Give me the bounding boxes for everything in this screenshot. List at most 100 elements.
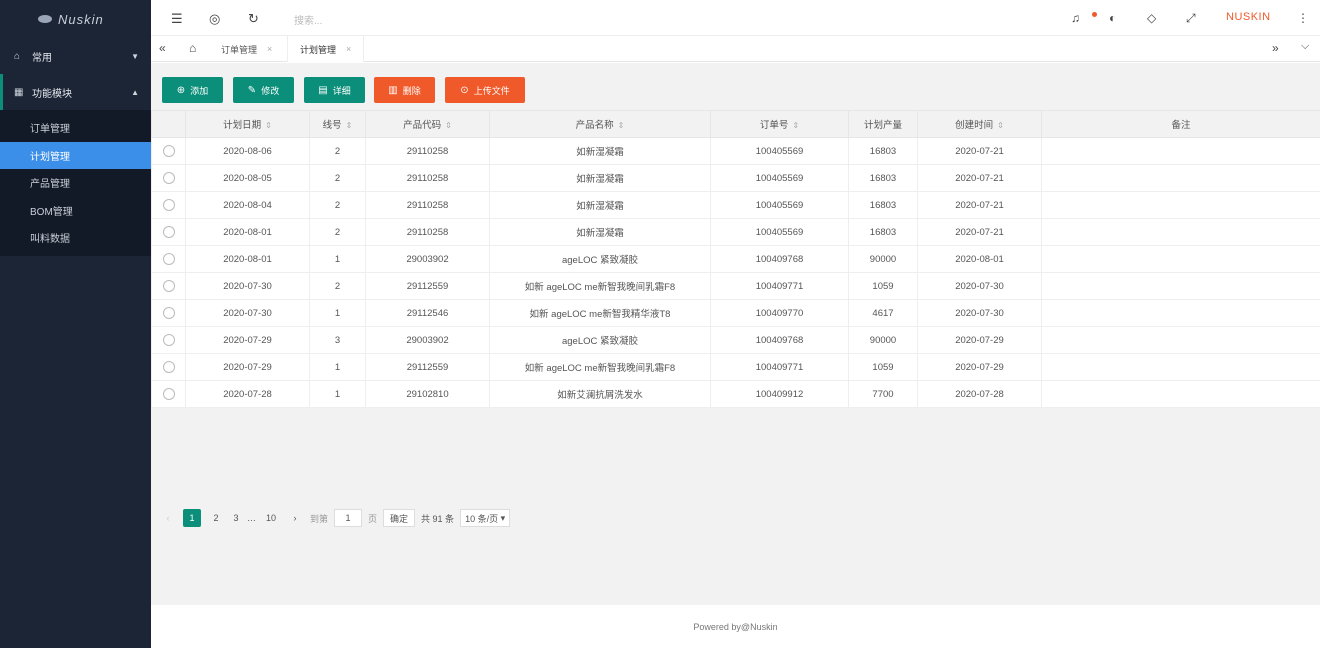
table-cell: 2 xyxy=(309,164,366,192)
sort-icon[interactable]: ⇕ xyxy=(792,121,799,130)
sort-icon[interactable]: ⇕ xyxy=(997,121,1004,130)
close-icon[interactable]: × xyxy=(346,44,351,54)
table-cell: 16803 xyxy=(848,137,918,165)
row-select-cell xyxy=(151,191,186,219)
globe-icon[interactable]: ◎ xyxy=(209,11,220,27)
menu-group-label: 常用 xyxy=(32,52,52,64)
goto-page-input[interactable]: 1 xyxy=(334,509,363,527)
table-cell: 如新湿凝霜 xyxy=(489,191,711,219)
sidebar-item-material-call[interactable]: 叫料数据 xyxy=(0,224,151,252)
submenu: 订单管理 计划管理 产品管理 BOM管理 叫料数据 xyxy=(0,110,151,256)
row-select-cell xyxy=(151,326,186,354)
table-row[interactable]: 2020-07-30 2 29112559 如新 ageLOC me新智我晚间乳霜F8… xyxy=(151,272,1320,300)
add-button[interactable]: ⊕ 添加 xyxy=(162,77,223,103)
chevron-down-icon[interactable]: ⌵ xyxy=(1301,40,1309,53)
sort-icon[interactable]: ⇕ xyxy=(618,121,625,130)
add-button-label: 添加 xyxy=(190,85,209,96)
table-row[interactable]: 2020-07-30 1 29112546 如新 ageLOC me新智我精华液T8 1… xyxy=(151,299,1320,327)
page-number[interactable]: 10 xyxy=(262,509,280,527)
main-content: ⊕ 添加 ✎ 修改 ▤ 详细 ▥ 删除 ⊙ 上传文件 计划日期 ⇕ 线号 ⇕ 产品代码 ⇕ 产品… xyxy=(151,63,1320,605)
menu-group-common[interactable]: ⌂ 常用 ▼ xyxy=(0,38,151,74)
row-radio[interactable] xyxy=(162,226,175,238)
fullscreen-icon[interactable]: ⤢ xyxy=(1186,11,1196,26)
table-row[interactable]: 2020-07-29 3 29003902 ageLOC 紧致凝胶 100409768 9… xyxy=(151,326,1320,354)
table-cell: 100409771 xyxy=(710,272,849,300)
prev-page-icon[interactable]: ‹ xyxy=(159,509,177,527)
table-cell: 29112559 xyxy=(365,272,490,300)
row-radio[interactable] xyxy=(162,361,175,373)
home-tab-icon[interactable]: ⌂ xyxy=(189,41,196,55)
table-row[interactable]: 2020-08-01 2 29110258 如新湿凝霜 100405569 16803 20… xyxy=(151,218,1320,246)
column-header[interactable]: 产品名称 ⇕ xyxy=(489,110,711,138)
search-input[interactable]: 搜索... xyxy=(294,12,322,27)
table-cell: 1 xyxy=(309,299,366,327)
table-row[interactable]: 2020-08-01 1 29003902 ageLOC 紧致凝胶 100409768 9… xyxy=(151,245,1320,273)
upload-button[interactable]: ⊙ 上传文件 xyxy=(445,77,525,103)
edit-button[interactable]: ✎ 修改 xyxy=(233,77,294,103)
page-number[interactable]: 1 xyxy=(183,509,201,527)
page-ellipsis: … xyxy=(247,513,256,523)
row-radio[interactable] xyxy=(162,334,175,346)
tab-plans[interactable]: 计划管理 × xyxy=(287,36,365,63)
table-cell: 16803 xyxy=(848,218,918,246)
table-row[interactable]: 2020-08-04 2 29110258 如新湿凝霜 100405569 16803 20… xyxy=(151,191,1320,219)
table-cell: 100409770 xyxy=(710,299,849,327)
delete-button[interactable]: ▥ 删除 xyxy=(374,77,435,103)
page-size-select[interactable]: 10 条/页 ▾ xyxy=(460,509,511,527)
row-radio[interactable] xyxy=(162,280,175,292)
sidebar-item-label: 计划管理 xyxy=(30,151,70,163)
table-cell: 如新 ageLOC me新智我晚间乳霜F8 xyxy=(489,353,711,381)
page-number[interactable]: 3 xyxy=(231,509,241,527)
tab-orders[interactable]: 订单管理 × xyxy=(209,36,284,62)
table-cell: 2020-07-30 xyxy=(917,272,1042,300)
close-icon[interactable]: × xyxy=(267,44,272,54)
logo[interactable]: Nuskin xyxy=(0,0,151,38)
more-vertical-icon[interactable]: ⋮ xyxy=(1297,11,1309,25)
column-header[interactable]: 创建时间 ⇕ xyxy=(917,110,1042,138)
row-radio[interactable] xyxy=(162,307,175,319)
column-header[interactable]: 计划日期 ⇕ xyxy=(185,110,310,138)
menu-group-modules[interactable]: ▦ 功能模块 ▲ xyxy=(0,74,151,110)
detail-button[interactable]: ▤ 详细 xyxy=(304,77,365,103)
sidebar-item-products[interactable]: 产品管理 xyxy=(0,169,151,197)
row-radio[interactable] xyxy=(162,388,175,400)
sort-icon[interactable]: ⇕ xyxy=(265,121,272,130)
table-cell: 29003902 xyxy=(365,326,490,354)
table-row[interactable]: 2020-08-05 2 29110258 如新湿凝霜 100405569 16803 20… xyxy=(151,164,1320,192)
clipboard-icon: ▤ xyxy=(318,84,328,96)
refresh-icon[interactable]: ↻ xyxy=(248,11,259,27)
table-row[interactable]: 2020-08-06 2 29110258 如新湿凝霜 100405569 16803 20… xyxy=(151,137,1320,165)
column-header[interactable]: 线号 ⇕ xyxy=(309,110,366,138)
palette-icon[interactable]: ◐ xyxy=(1109,11,1116,25)
row-radio[interactable] xyxy=(162,199,175,211)
plus-circle-icon: ⊕ xyxy=(176,84,186,96)
row-select-cell xyxy=(151,164,186,192)
sidebar-item-label: BOM管理 xyxy=(30,206,73,218)
upload-circle-icon: ⊙ xyxy=(460,84,469,96)
row-radio[interactable] xyxy=(162,172,175,184)
sidebar-item-plans[interactable]: 计划管理 xyxy=(0,141,151,169)
column-header[interactable]: 产品代码 ⇕ xyxy=(365,110,490,138)
next-page-icon[interactable]: › xyxy=(286,509,304,527)
menu-toggle-icon[interactable]: ☰ xyxy=(171,11,183,27)
sort-icon[interactable]: ⇕ xyxy=(445,121,452,130)
table-cell: 2020-08-01 xyxy=(185,245,310,273)
table-cell: 如新 ageLOC me新智我精华液T8 xyxy=(489,299,711,327)
sort-icon[interactable]: ⇕ xyxy=(346,121,353,130)
bell-icon[interactable]: ♫ xyxy=(1071,11,1080,25)
sidebar-item-orders[interactable]: 订单管理 xyxy=(0,114,151,142)
table-row[interactable]: 2020-07-28 1 29102810 如新艾澜抗屑洗发水 100409912 770… xyxy=(151,380,1320,408)
goto-confirm-button[interactable]: 确定 xyxy=(383,509,416,527)
double-left-icon[interactable]: « xyxy=(159,41,166,55)
row-radio[interactable] xyxy=(162,253,175,265)
table-cell: 2020-07-29 xyxy=(185,353,310,381)
double-right-icon[interactable]: » xyxy=(1272,41,1279,55)
page-number[interactable]: 2 xyxy=(207,509,225,527)
table-cell: 2 xyxy=(309,137,366,165)
row-radio[interactable] xyxy=(162,145,175,157)
column-header[interactable]: 订单号 ⇕ xyxy=(710,110,849,138)
table-row[interactable]: 2020-07-29 1 29112559 如新 ageLOC me新智我晚间乳霜F8… xyxy=(151,353,1320,381)
user-brand[interactable]: NUSKIN xyxy=(1226,11,1271,23)
tag-icon[interactable]: ◇ xyxy=(1147,11,1156,25)
sidebar-item-bom[interactable]: BOM管理 xyxy=(0,197,151,225)
